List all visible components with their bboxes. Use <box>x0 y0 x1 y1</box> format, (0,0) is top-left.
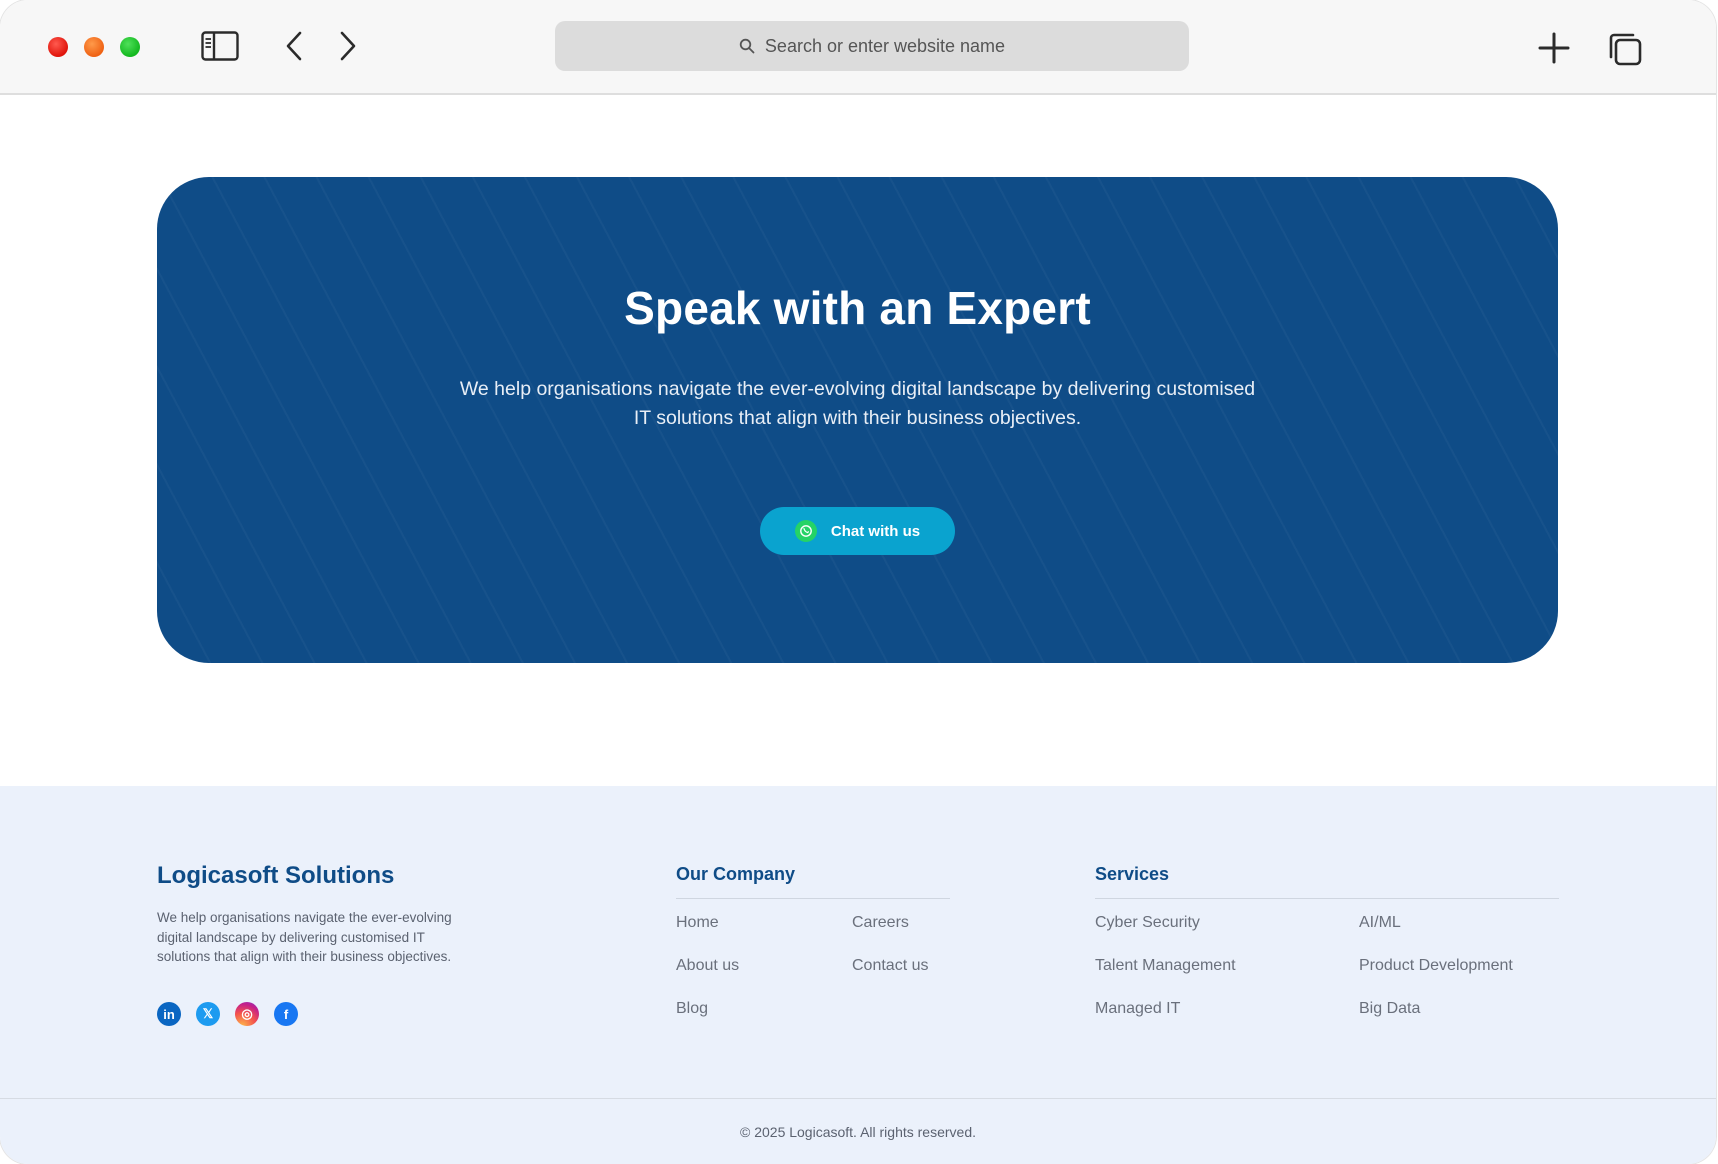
search-icon <box>739 38 755 54</box>
forward-button[interactable] <box>334 28 362 64</box>
footer-link-ai-ml[interactable]: AI/ML <box>1359 914 1401 932</box>
copyright-text: © 2025 Logicasoft. All rights reserved. <box>740 1124 976 1140</box>
maximize-window-button[interactable] <box>120 37 140 57</box>
whatsapp-icon <box>794 520 817 542</box>
footer-link-careers[interactable]: Careers <box>852 914 909 932</box>
chevron-right-icon <box>340 31 356 61</box>
close-window-button[interactable] <box>48 37 68 57</box>
footer-brand-description-line-1: We help organisations navigate the ever-… <box>157 910 452 925</box>
x-icon[interactable]: 𝕏 <box>196 1002 220 1026</box>
instagram-icon[interactable]: ◎ <box>235 1002 259 1026</box>
services-divider <box>1095 898 1559 899</box>
footer-link-big-data[interactable]: Big Data <box>1359 1000 1420 1018</box>
plus-icon <box>1538 32 1570 64</box>
our-company-divider <box>676 898 950 899</box>
footer-link-managed-it[interactable]: Managed IT <box>1095 1000 1180 1018</box>
our-company-heading: Our Company <box>676 864 796 884</box>
footer-bottom-divider <box>0 1098 1716 1099</box>
tab-overview-button[interactable] <box>1606 30 1644 68</box>
minimize-window-button[interactable] <box>84 37 104 57</box>
footer-link-talent-management[interactable]: Talent Management <box>1095 957 1236 975</box>
linkedin-icon[interactable]: in <box>157 1002 181 1026</box>
banner-description-line-2: IT solutions that align with their busin… <box>633 407 1082 429</box>
banner-description: We help organisations navigate the ever-… <box>417 375 1298 433</box>
banner-title: Speak with an Expert <box>624 282 1091 334</box>
footer-brand-description-line-3: solutions that align with their business… <box>157 949 452 964</box>
footer-link-home[interactable]: Home <box>676 914 719 932</box>
footer-brand-description: We help organisations navigate the ever-… <box>157 908 497 967</box>
footer-link-product-development[interactable]: Product Development <box>1359 957 1513 975</box>
speak-with-expert-banner: Speak with an Expert We help organisatio… <box>157 177 1558 663</box>
chevron-left-icon <box>286 31 302 61</box>
site-footer: Logicasoft Solutions We help organisatio… <box>0 786 1716 1164</box>
address-bar[interactable]: Search or enter website name <box>555 21 1189 71</box>
footer-brand-description-line-2: digital landscape by delivering customis… <box>157 929 425 945</box>
address-bar-placeholder: Search or enter website name <box>764 35 1006 56</box>
footer-link-about-us[interactable]: About us <box>676 957 739 975</box>
services-heading: Services <box>1095 864 1170 884</box>
back-button[interactable] <box>280 28 308 64</box>
facebook-icon[interactable]: f <box>274 1002 298 1026</box>
tabs-overview-icon <box>1609 33 1642 66</box>
footer-link-cyber-security[interactable]: Cyber Security <box>1095 914 1200 932</box>
footer-link-contact-us[interactable]: Contact us <box>852 957 928 975</box>
banner-description-line-1: We help organisations navigate the ever-… <box>459 378 1256 400</box>
social-links: in 𝕏 ◎ f <box>157 1002 298 1026</box>
browser-toolbar: Search or enter website name <box>0 0 1716 95</box>
footer-brand-name: Logicasoft Solutions <box>157 862 395 889</box>
sidebar-icon <box>201 31 239 61</box>
chat-with-us-label: Chat with us <box>830 522 921 540</box>
new-tab-button[interactable] <box>1536 30 1572 66</box>
browser-window: Search or enter website name Speak with … <box>0 0 1716 1164</box>
sidebar-toggle-button[interactable] <box>200 30 240 62</box>
chat-with-us-button[interactable]: Chat with us <box>760 507 955 555</box>
footer-link-blog[interactable]: Blog <box>676 1000 708 1018</box>
